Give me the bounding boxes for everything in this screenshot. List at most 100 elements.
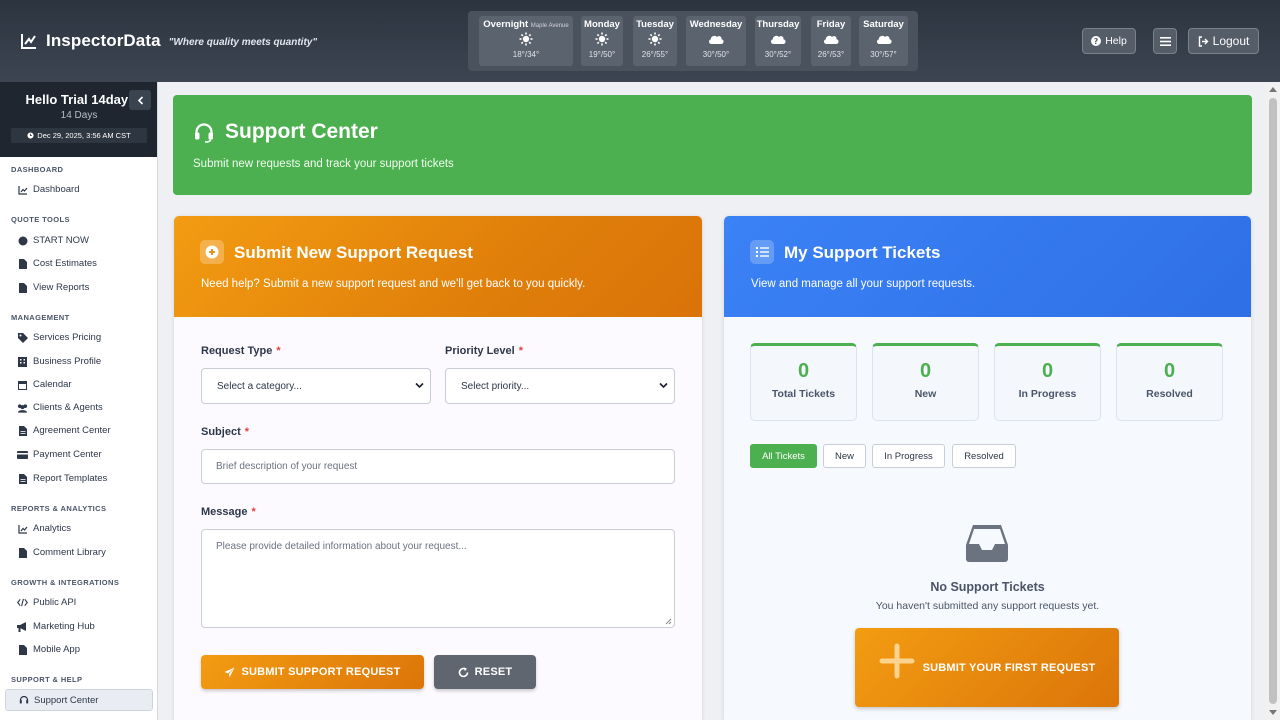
filter-all-tickets[interactable]: All Tickets [750, 444, 817, 468]
headset-icon [195, 123, 213, 143]
collapse-sidebar-button[interactable] [129, 90, 151, 110]
chart-line-icon [17, 185, 27, 195]
sidebar-item-start-now[interactable]: START NOW [5, 230, 153, 251]
logout-button[interactable]: Logout [1188, 28, 1259, 54]
weather-day-saturday: Saturday 30°/57° [859, 16, 908, 66]
sidebar-item-dashboard[interactable]: Dashboard [5, 179, 153, 200]
sidebar-item-cost-estimates[interactable]: Cost Estimates [5, 253, 153, 274]
file-icon [18, 547, 27, 558]
empty-state-subtitle: You haven't submitted any support reques… [875, 600, 1100, 612]
sidebar-item-label: Agreement Center [33, 425, 111, 436]
sidebar-item-calendar[interactable]: Calendar [5, 374, 153, 395]
weather-location: Maple Avenue [530, 23, 569, 29]
weather-temps: 30°/52° [764, 50, 792, 59]
required-mark: * [251, 506, 256, 518]
weather-day-overnight: Overnight Maple Avenue 18°/34° [479, 16, 573, 66]
chevron-down-icon [659, 382, 668, 389]
svg-text:?: ? [1094, 37, 1099, 46]
weather-temps: 30°/57° [870, 50, 897, 59]
sidebar-item-marketing-hub[interactable]: Marketing Hub [5, 616, 153, 637]
reset-button[interactable]: RESET [434, 655, 536, 689]
filter-new[interactable]: New [823, 444, 866, 468]
request-type-label: Request Type * [201, 345, 281, 357]
scroll-down-arrow[interactable] [1269, 710, 1277, 715]
brand[interactable]: InspectorData "Where quality meets quant… [20, 31, 317, 51]
sidebar: Hello Trial 14day! 14 Days Dec 29, 2025,… [0, 82, 158, 720]
list-icon [750, 240, 774, 264]
sidebar-item-comment-library[interactable]: Comment Library [5, 542, 153, 563]
file-icon [18, 644, 27, 655]
nav-section-support-help: SUPPORT & HELP [11, 675, 83, 684]
subject-placeholder: Brief description of your request [216, 461, 358, 472]
scrollbar-thumb[interactable] [1269, 98, 1277, 704]
weather-temps: 30°/50° [702, 50, 730, 59]
brand-tagline: "Where quality meets quantity" [168, 36, 318, 48]
sun-icon [648, 32, 662, 46]
building-icon [18, 356, 27, 367]
sidebar-item-payment-center[interactable]: Payment Center [5, 444, 153, 465]
sidebar-item-agreement-center[interactable]: Agreement Center [5, 420, 153, 441]
sidebar-item-business-profile[interactable]: Business Profile [5, 351, 153, 372]
message-textarea[interactable]: Please provide detailed information abou… [201, 529, 675, 628]
hamburger-icon [1159, 36, 1171, 46]
required-mark: * [244, 426, 250, 438]
nav-section-reports-analytics: REPORTS & ANALYTICS [11, 504, 107, 513]
request-type-value: Select a category... [217, 380, 302, 392]
sidebar-item-support-center[interactable]: Support Center [5, 689, 153, 711]
chevron-down-icon [415, 382, 424, 389]
submit-request-title: Submit New Support Request [234, 243, 473, 262]
file-icon [18, 282, 27, 293]
chevron-left-icon [137, 95, 143, 105]
cloud-icon [708, 35, 724, 44]
nav-section-management: MANAGEMENT [11, 313, 70, 322]
sidebar-item-label: Marketing Hub [33, 621, 95, 632]
stat-label: In Progress [1018, 388, 1077, 400]
chart-line-icon [21, 34, 36, 49]
file-alt-icon [18, 473, 27, 484]
filter-resolved[interactable]: Resolved [952, 444, 1016, 468]
bullhorn-icon [17, 621, 26, 632]
plus-circle-icon [200, 240, 224, 264]
scroll-up-arrow[interactable] [1269, 87, 1277, 92]
submit-label: SUBMIT SUPPORT REQUEST [241, 666, 401, 678]
weather-day-name: Tuesday [636, 19, 674, 30]
request-type-select[interactable]: Select a category... [201, 368, 431, 404]
sidebar-item-view-reports[interactable]: View Reports [5, 277, 153, 298]
submit-support-request-button[interactable]: SUBMIT SUPPORT REQUEST [201, 655, 424, 689]
headset-icon [19, 695, 28, 704]
sidebar-item-clients-agents[interactable]: Clients & Agents [5, 397, 153, 418]
menu-button[interactable] [1153, 28, 1177, 54]
user-panel: Hello Trial 14day! 14 Days Dec 29, 2025,… [0, 82, 157, 157]
weather-day-name: Friday [816, 19, 846, 30]
file-contract-icon [18, 425, 27, 436]
sidebar-item-public-api[interactable]: Public API [5, 592, 153, 613]
subject-input[interactable]: Brief description of your request [201, 449, 675, 484]
sidebar-item-services-pricing[interactable]: Services Pricing [5, 327, 153, 348]
code-icon [17, 598, 28, 607]
submit-request-subtitle: Need help? Submit a new support request … [201, 278, 586, 290]
sidebar-item-mobile-app[interactable]: Mobile App [5, 639, 153, 660]
label-text: Message [201, 506, 248, 518]
nav-section-dashboard: DASHBOARD [11, 165, 64, 174]
paper-plane-icon [224, 667, 235, 677]
label-text: Subject [201, 426, 241, 438]
my-tickets-header: My Support Tickets View and manage all y… [724, 216, 1251, 317]
sidebar-item-label: Analytics [33, 523, 72, 534]
weather-widget: Overnight Maple Avenue 18°/34° Monday 19… [468, 11, 918, 71]
calendar-icon [18, 380, 27, 390]
sidebar-item-report-templates[interactable]: Report Templates [5, 468, 153, 489]
sidebar-item-analytics[interactable]: Analytics [5, 518, 153, 539]
sidebar-item-label: Mobile App [33, 644, 81, 655]
cloud-icon [876, 35, 892, 44]
nav-section-quote-tools: QUOTE TOOLS [11, 215, 70, 224]
submit-request-card: Submit New Support Request Need help? Su… [174, 216, 702, 720]
support-center-header: Support Center Submit new requests and t… [173, 95, 1252, 195]
submit-first-request-button[interactable]: SUBMIT YOUR FIRST REQUEST [855, 628, 1119, 707]
file-icon [18, 258, 27, 269]
priority-level-select[interactable]: Select priority... [445, 368, 675, 404]
required-mark: * [518, 345, 523, 357]
filter-in-progress[interactable]: In Progress [872, 444, 945, 468]
help-button[interactable]: ? Help [1082, 28, 1136, 54]
page-scrollbar[interactable] [1266, 82, 1280, 720]
sidebar-item-label: Clients & Agents [33, 402, 103, 413]
